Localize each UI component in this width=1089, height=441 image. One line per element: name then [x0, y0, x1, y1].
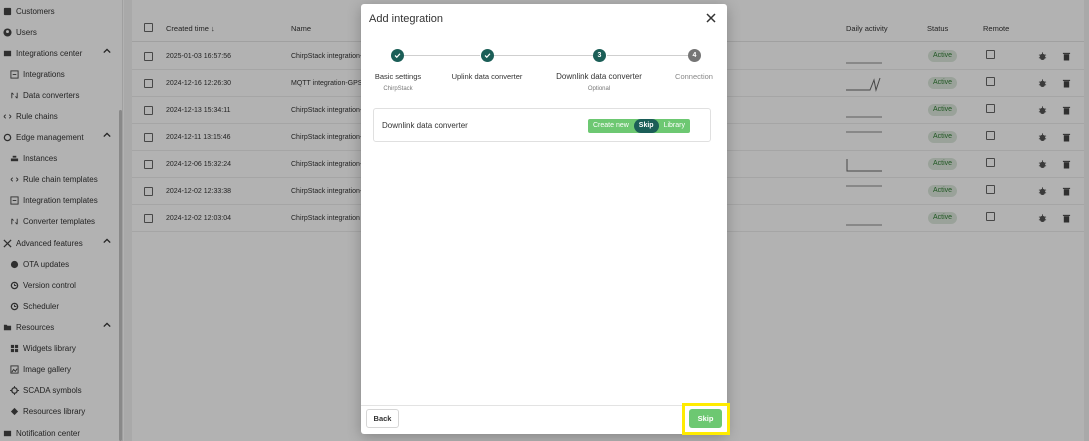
- close-icon[interactable]: [705, 12, 717, 24]
- stepper-connector: [607, 55, 688, 56]
- check-icon: [484, 53, 491, 59]
- stepper-connector: [494, 55, 593, 56]
- skip-option[interactable]: Skip: [633, 119, 659, 133]
- skip-button[interactable]: Skip: [689, 409, 722, 428]
- step-1-done[interactable]: [391, 49, 404, 62]
- step-label-uplink: Uplink data converter: [451, 72, 523, 81]
- downlink-converter-panel: Downlink data converter Create new Skip …: [373, 108, 711, 142]
- step-label-connection: Connection: [675, 72, 713, 81]
- step-label-downlink: Downlink data converter: [556, 72, 642, 81]
- step-2-done[interactable]: [481, 49, 494, 62]
- back-button[interactable]: Back: [366, 409, 399, 428]
- step-sub-optional: Optional: [587, 86, 611, 92]
- stepper-connector: [404, 55, 480, 56]
- add-integration-dialog: Add integration 3 4 Basic settings Chirp…: [361, 4, 727, 434]
- step-label-basic-settings: Basic settings: [374, 72, 422, 81]
- dialog-title: Add integration: [369, 13, 443, 25]
- step-sub-chirpstack: ChirpStack: [383, 86, 413, 92]
- library-option[interactable]: Library: [659, 119, 690, 133]
- check-icon: [394, 53, 401, 59]
- dialog-footer-divider: [361, 405, 727, 406]
- step-3-active[interactable]: 3: [593, 49, 606, 62]
- converter-mode-toggle: Create new Skip Library: [588, 119, 690, 133]
- step-4-pending[interactable]: 4: [688, 49, 701, 62]
- create-new-option[interactable]: Create new: [588, 119, 634, 133]
- downlink-converter-label: Downlink data converter: [382, 121, 468, 130]
